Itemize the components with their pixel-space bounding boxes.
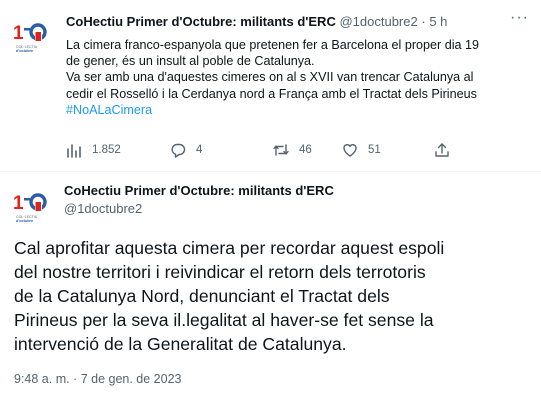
tweet-text-line: Pirineus per la seva il.legalitat al hav… xyxy=(14,310,434,330)
like-icon xyxy=(343,144,357,157)
tweet-timestamp[interactable]: 9:48 a. m. · 7 de gen. de 2023 xyxy=(14,372,181,386)
retweet-count: 46 xyxy=(299,144,312,156)
author-handle[interactable]: @1doctubre2 xyxy=(339,14,417,29)
views-button[interactable]: 1.852 xyxy=(66,140,121,160)
svg-text:d'octubre: d'octubre xyxy=(16,49,33,53)
author-name[interactable]: CoHectiu Primer d'Octubre: militants d'E… xyxy=(66,14,336,29)
reply-button[interactable]: 4 xyxy=(170,140,202,160)
hashtag-link[interactable]: #NoALaCimera xyxy=(66,102,528,118)
tweet-text-line: intervenció de la Generalitat de Catalun… xyxy=(14,334,347,354)
tweet-header: CoHectiu Primer d'Octubre: militants d'E… xyxy=(66,13,447,31)
tweet-1[interactable]: 1 COL·LECTIU d'octubre CoHectiu Primer d… xyxy=(0,0,541,172)
tweet-text-line: La cimera franco-espanyola que pretenen … xyxy=(66,38,480,52)
tweet-time[interactable]: 5 h xyxy=(429,14,447,29)
more-icon[interactable]: ··· xyxy=(510,9,529,27)
tweet-text-line: de la Catalunya Nord, denunciant el Trac… xyxy=(14,286,390,306)
share-icon xyxy=(435,143,449,157)
author-handle[interactable]: @1doctubre2 xyxy=(64,200,142,218)
tweet-text-line: cedir el Rosselló i la Cerdanya nord a F… xyxy=(66,86,477,101)
tweet-text: La cimera franco-espanyola que pretenen … xyxy=(66,37,528,118)
reply-count: 4 xyxy=(196,144,203,156)
svg-text:d'octubre: d'octubre xyxy=(16,219,33,223)
collectiu-logo-icon: 1 COL·LECTIU d'octubre xyxy=(8,182,54,228)
share-button[interactable] xyxy=(434,140,460,160)
svg-text:1: 1 xyxy=(13,23,24,44)
like-count: 51 xyxy=(368,144,381,156)
tweet-text: Cal aprofitar aquesta cimera per recorda… xyxy=(14,236,534,356)
retweet-icon xyxy=(273,144,289,156)
collectiu-logo-icon: 1 COL·LECTIU d'octubre xyxy=(8,12,54,58)
tweet-text-line: Cal aprofitar aquesta cimera per recorda… xyxy=(14,238,445,258)
views-count: 1.852 xyxy=(92,144,121,156)
views-icon xyxy=(67,144,81,158)
tweet-text-line: del nostre territori i reivindicar el re… xyxy=(14,262,426,282)
reply-icon xyxy=(171,143,186,158)
tweet-2[interactable]: 1 COL·LECTIU d'octubre CoHectiu Primer d… xyxy=(0,172,541,404)
avatar[interactable]: 1 COL·LECTIU d'octubre xyxy=(8,182,54,228)
like-button[interactable]: 51 xyxy=(342,140,381,160)
avatar[interactable]: 1 COL·LECTIU d'octubre xyxy=(8,12,54,58)
retweet-button[interactable]: 46 xyxy=(273,140,312,160)
author-name[interactable]: CoHectiu Primer d'Octubre: militants d'E… xyxy=(64,182,334,200)
svg-text:1: 1 xyxy=(13,193,24,214)
tweet-actions: 1.852 4 46 51 xyxy=(66,140,528,160)
separator-dot: · xyxy=(421,14,426,29)
tweet-text-line: de gener, és un insult al poble de Catal… xyxy=(66,54,315,69)
tweet-text-line: Va ser amb una d'aquestes cimeres on al … xyxy=(66,70,474,85)
